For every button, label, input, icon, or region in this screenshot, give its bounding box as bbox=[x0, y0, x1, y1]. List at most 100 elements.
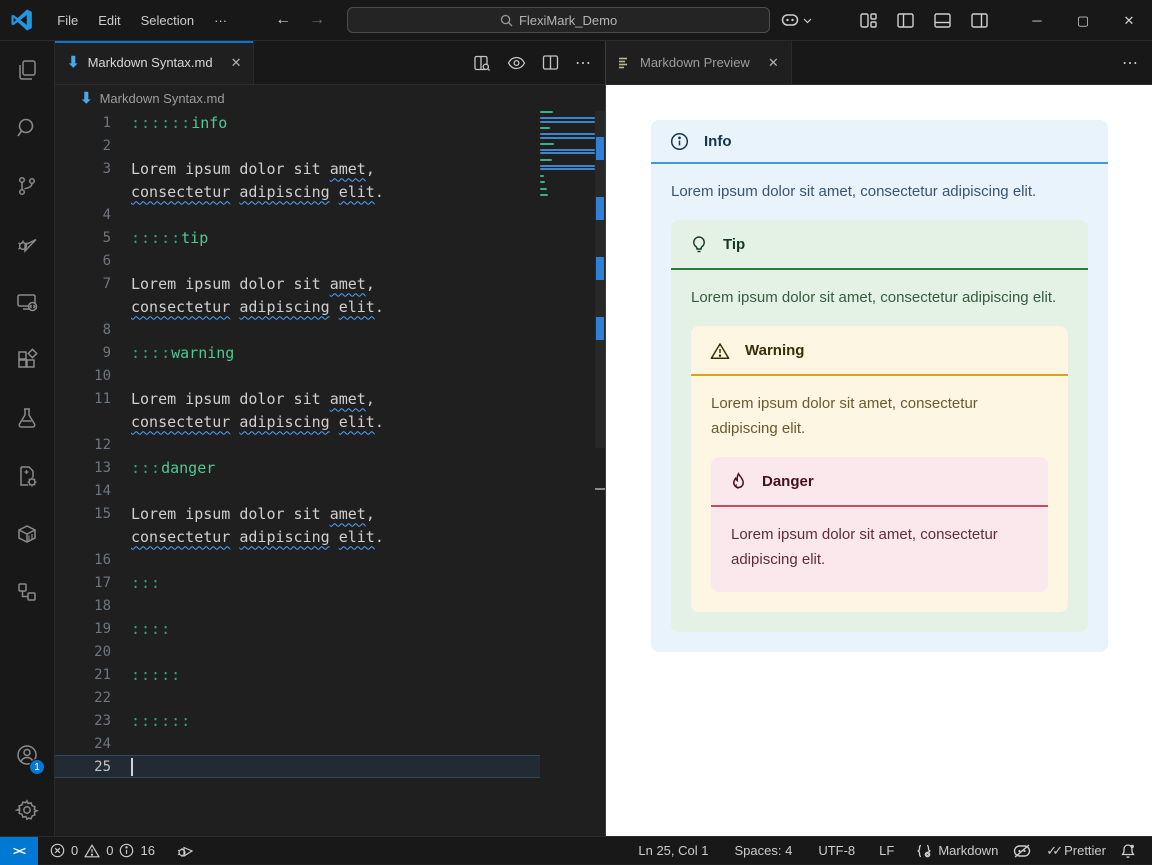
encoding[interactable]: UTF-8 bbox=[811, 837, 862, 864]
status-bar: >< 0 0 16 Ln 25, Col 1 Spaces: 4 UTF-8 L… bbox=[0, 836, 1152, 865]
code-row[interactable]: consectetur adipiscing elit. bbox=[55, 410, 540, 433]
menu-selection[interactable]: Selection bbox=[131, 9, 204, 32]
code-row[interactable]: 21::::: bbox=[55, 663, 540, 686]
text-cursor bbox=[131, 757, 133, 776]
code-row[interactable]: 3 Lorem ipsum dolor sit amet, bbox=[55, 157, 540, 180]
preview-more-actions-icon[interactable]: ⋯ bbox=[1122, 53, 1138, 73]
window-minimize-button[interactable]: ─ bbox=[1014, 0, 1060, 41]
code-row[interactable]: 15 Lorem ipsum dolor sit amet, bbox=[55, 502, 540, 525]
formatter-status[interactable]: ✓✓ Prettier bbox=[1039, 837, 1113, 864]
problems-indicator[interactable]: 0 0 16 bbox=[38, 837, 162, 864]
admonition-info: Info Lorem ipsum dolor sit amet, consect… bbox=[651, 120, 1108, 652]
markdown-file-icon: ⬇ bbox=[80, 89, 93, 107]
code-row[interactable]: 22 bbox=[55, 686, 540, 709]
nav-back-icon[interactable]: ← bbox=[275, 11, 291, 29]
code-row[interactable]: 7 Lorem ipsum dolor sit amet, bbox=[55, 272, 540, 295]
copilot-status[interactable] bbox=[1005, 837, 1039, 864]
language-mode[interactable]: Markdown bbox=[909, 837, 1005, 864]
split-editor-icon[interactable] bbox=[542, 54, 559, 71]
language-label: Markdown bbox=[938, 843, 999, 858]
code-row[interactable]: 11 Lorem ipsum dolor sit amet, bbox=[55, 387, 540, 410]
code-row[interactable]: 23:::::: bbox=[55, 709, 540, 732]
code-row[interactable]: 19:::: bbox=[55, 617, 540, 640]
code-row[interactable]: 9::::warning bbox=[55, 341, 540, 364]
toggle-panel-icon[interactable] bbox=[934, 12, 951, 29]
menu-edit[interactable]: Edit bbox=[88, 9, 130, 32]
nav-forward-icon[interactable]: → bbox=[309, 11, 325, 29]
code-row[interactable]: 10 bbox=[55, 364, 540, 387]
code-line-text: ::: bbox=[131, 573, 162, 592]
code-row[interactable]: consectetur adipiscing elit. bbox=[55, 180, 540, 203]
window-maximize-button[interactable]: ▢ bbox=[1060, 0, 1106, 41]
menu-file[interactable]: File bbox=[47, 9, 88, 32]
editor-more-actions-icon[interactable]: ⋯ bbox=[575, 53, 591, 73]
code-row[interactable]: 17::: bbox=[55, 571, 540, 594]
accounts-icon[interactable]: 1 bbox=[0, 726, 54, 784]
code-row[interactable]: 2 bbox=[55, 134, 540, 157]
tab-close-icon[interactable]: ✕ bbox=[231, 55, 242, 71]
code-row[interactable]: 18 bbox=[55, 594, 540, 617]
code-row[interactable]: 25 bbox=[55, 755, 540, 778]
toggle-primary-sidebar-icon[interactable] bbox=[897, 12, 914, 29]
code-row[interactable]: 5:::::tip bbox=[55, 226, 540, 249]
copilot-menu[interactable] bbox=[770, 12, 822, 28]
toggle-secondary-sidebar-icon[interactable] bbox=[971, 12, 988, 29]
code-row[interactable]: 16 bbox=[55, 548, 540, 571]
minimap-line bbox=[540, 156, 595, 158]
code-row[interactable]: 12 bbox=[55, 433, 540, 456]
code-row[interactable]: 1::::::info bbox=[55, 111, 540, 134]
code-row[interactable]: 8 bbox=[55, 318, 540, 341]
hierarchy-icon[interactable] bbox=[0, 563, 54, 621]
menu-more[interactable]: ··· bbox=[204, 9, 237, 32]
code-runner-icon[interactable] bbox=[0, 447, 54, 505]
code-line-text: Lorem ipsum dolor sit amet, bbox=[131, 504, 375, 523]
overview-ruler-scrollbar[interactable] bbox=[595, 111, 605, 836]
code-row[interactable]: 6 bbox=[55, 249, 540, 272]
cursor-position[interactable]: Ln 25, Col 1 bbox=[631, 837, 715, 864]
source-control-icon[interactable] bbox=[0, 157, 54, 215]
search-sidebar-icon[interactable] bbox=[0, 99, 54, 157]
minimap[interactable] bbox=[540, 111, 595, 778]
window-close-button[interactable]: ✕ bbox=[1106, 0, 1152, 41]
code-line-text: consectetur adipiscing elit. bbox=[131, 412, 384, 431]
code-row[interactable]: 4 bbox=[55, 203, 540, 226]
extensions-icon[interactable] bbox=[0, 331, 54, 389]
settings-gear-icon[interactable] bbox=[0, 784, 54, 836]
tab-markdown-syntax[interactable]: ⬇ Markdown Syntax.md ✕ bbox=[55, 41, 255, 84]
line-number: 13 bbox=[94, 459, 111, 476]
debug-status[interactable] bbox=[162, 837, 201, 864]
preview-eye-icon[interactable] bbox=[507, 56, 526, 70]
notifications-bell[interactable] bbox=[1113, 837, 1146, 864]
run-and-debug-icon[interactable] bbox=[0, 215, 54, 273]
remote-indicator[interactable]: >< bbox=[0, 836, 38, 865]
double-check-icon: ✓✓ bbox=[1046, 842, 1063, 858]
testing-icon[interactable] bbox=[0, 389, 54, 447]
code-row[interactable]: 14 bbox=[55, 479, 540, 502]
eol-selector[interactable]: LF bbox=[872, 837, 901, 864]
indentation[interactable]: Spaces: 4 bbox=[727, 837, 799, 864]
explorer-icon[interactable] bbox=[0, 41, 54, 99]
command-center-search[interactable]: FlexiMark_Demo bbox=[347, 7, 770, 33]
code-row[interactable]: 13:::danger bbox=[55, 456, 540, 479]
open-preview-to-side-icon[interactable] bbox=[473, 54, 491, 72]
breadcrumb[interactable]: ⬇ Markdown Syntax.md bbox=[55, 85, 605, 111]
admonition-text: Lorem ipsum dolor sit amet, consectetur … bbox=[711, 395, 978, 437]
customize-layout-icon[interactable] bbox=[860, 12, 877, 29]
code-row[interactable]: consectetur adipiscing elit. bbox=[55, 295, 540, 318]
tab-label: Markdown Preview bbox=[640, 55, 750, 70]
cursor-position-mark bbox=[595, 488, 605, 490]
code-row[interactable]: 24 bbox=[55, 732, 540, 755]
command-center-text: FlexiMark_Demo bbox=[518, 12, 618, 28]
flame-icon bbox=[733, 472, 744, 489]
minimap-line bbox=[540, 124, 595, 126]
code-editor[interactable]: 1::::::info 2 3 Lorem ipsum dolor sit amet,… bbox=[55, 111, 540, 778]
diagnostic-mark bbox=[596, 137, 604, 160]
search-icon bbox=[500, 14, 513, 27]
remote-explorer-icon[interactable] bbox=[0, 273, 54, 331]
line-number: 23 bbox=[94, 712, 111, 729]
containers-icon[interactable] bbox=[0, 505, 54, 563]
code-row[interactable]: consectetur adipiscing elit. bbox=[55, 525, 540, 548]
tab-markdown-preview[interactable]: Markdown Preview ✕ bbox=[606, 41, 792, 84]
code-row[interactable]: 20 bbox=[55, 640, 540, 663]
tab-close-icon[interactable]: ✕ bbox=[768, 55, 779, 71]
